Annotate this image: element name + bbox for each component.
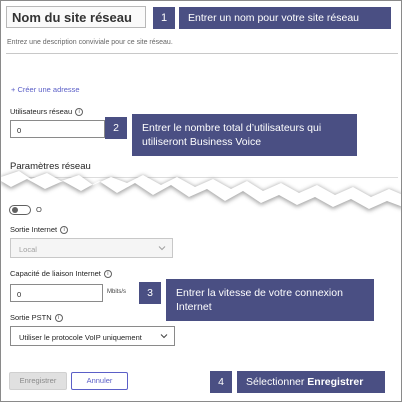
- users-input-value: 0: [17, 126, 22, 135]
- link-capacity-label-row: Capacité de liaison Internet i: [10, 269, 112, 279]
- pstn-egress-value: Utiliser le protocole VoIP uniquement: [19, 333, 142, 342]
- users-input[interactable]: 0: [10, 120, 105, 138]
- toggle-knob: [12, 207, 18, 213]
- callout-2-badge: 2: [105, 117, 127, 139]
- internet-egress-label-row: Sortie Internet i: [10, 225, 69, 235]
- cancel-button[interactable]: Annuler: [71, 372, 128, 390]
- callout-4-text: Sélectionner Enregistrer: [246, 375, 363, 389]
- info-icon[interactable]: i: [60, 226, 69, 235]
- users-label-row: Utilisateurs réseau i: [10, 107, 84, 117]
- callout-1: Entrer un nom pour votre site réseau: [179, 7, 391, 29]
- description-field[interactable]: Entrez une description conviviale pour c…: [6, 34, 398, 54]
- internet-egress-select[interactable]: Local: [10, 238, 173, 258]
- link-capacity-value: 0: [17, 290, 22, 299]
- save-button[interactable]: Enregistrer: [9, 372, 67, 390]
- create-address-link[interactable]: + Créer une adresse: [11, 85, 80, 94]
- description-placeholder: Entrez une description conviviale pour c…: [7, 39, 173, 46]
- pstn-egress-label-row: Sortie PSTN i: [10, 313, 63, 323]
- callout-3-badge: 3: [139, 282, 161, 304]
- callout-4: Sélectionner Enregistrer: [237, 371, 385, 393]
- callout-2-text: Entrer le nombre total d’utilisateurs qu…: [142, 122, 322, 148]
- link-capacity-input[interactable]: 0: [10, 284, 103, 302]
- callout-4-badge: 4: [210, 371, 232, 393]
- callout-1-badge: 1: [153, 7, 175, 29]
- toggle-switch[interactable]: [9, 205, 31, 215]
- site-name-field[interactable]: Nom du site réseau: [6, 6, 146, 28]
- callout-3-text: Entrer la vitesse de votre connexion Int…: [176, 287, 343, 313]
- info-icon[interactable]: i: [103, 270, 112, 279]
- site-name-title: Nom du site réseau: [12, 10, 132, 25]
- pstn-egress-label: Sortie PSTN: [10, 313, 52, 322]
- callout-1-text: Entrer un nom pour votre site réseau: [188, 12, 360, 24]
- screenshot-frame: Nom du site réseau Entrez une descriptio…: [0, 0, 402, 402]
- pstn-egress-select[interactable]: Utiliser le protocole VoIP uniquement: [10, 326, 175, 346]
- internet-egress-value: Local: [19, 245, 37, 254]
- chevron-down-icon: [158, 246, 166, 251]
- callout-3: Entrer la vitesse de votre connexion Int…: [166, 279, 374, 321]
- info-icon[interactable]: i: [75, 108, 84, 117]
- internet-egress-label: Sortie Internet: [10, 225, 58, 234]
- link-capacity-units: Mbits/s: [107, 289, 127, 295]
- toggle-label: O: [36, 205, 42, 214]
- torn-edge-decoration: [1, 171, 401, 211]
- info-icon[interactable]: i: [54, 314, 63, 323]
- users-label: Utilisateurs réseau: [10, 107, 73, 116]
- callout-4-text-bold: Enregistrer: [307, 376, 364, 388]
- callout-4-text-prefix: Sélectionner: [246, 376, 308, 388]
- link-capacity-label: Capacité de liaison Internet: [10, 269, 101, 278]
- chevron-down-icon: [160, 334, 168, 339]
- callout-2: Entrer le nombre total d’utilisateurs qu…: [132, 114, 357, 156]
